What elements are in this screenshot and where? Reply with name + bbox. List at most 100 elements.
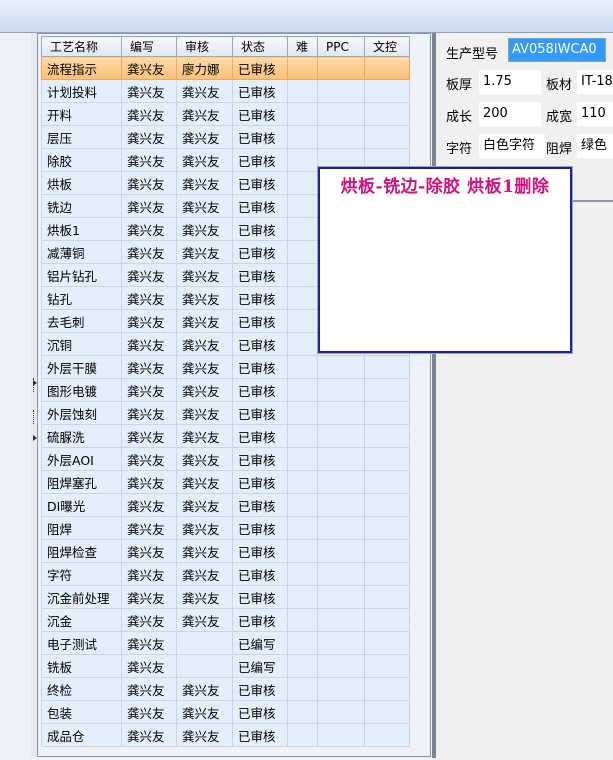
column-header-doc-control[interactable]: 文控 xyxy=(364,36,410,57)
cell-status[interactable]: 已审核 xyxy=(232,447,288,471)
cell-doc-control[interactable] xyxy=(364,700,410,724)
cell-status[interactable]: 已审核 xyxy=(232,79,288,103)
cell-difficulty[interactable] xyxy=(287,608,318,632)
cell-ppc[interactable] xyxy=(317,562,365,586)
cell-difficulty[interactable] xyxy=(287,723,318,747)
cell-difficulty[interactable] xyxy=(287,493,318,517)
cell-process-name[interactable]: 沉铜 xyxy=(41,332,122,356)
cell-reviewer[interactable]: 廖力娜 xyxy=(176,56,233,80)
cell-doc-control[interactable] xyxy=(364,378,410,402)
cell-reviewer[interactable]: 龚兴友 xyxy=(176,355,233,379)
cell-reviewer[interactable]: 龚兴友 xyxy=(176,125,233,149)
cell-status[interactable]: 已审核 xyxy=(232,539,288,563)
cell-reviewer[interactable]: 龚兴友 xyxy=(176,700,233,724)
cell-doc-control[interactable] xyxy=(364,102,410,126)
table-row[interactable]: 层压 龚兴友 龚兴友 已审核 xyxy=(41,125,410,149)
column-header-reviewer[interactable]: 审核 xyxy=(176,36,233,57)
cell-author[interactable]: 龚兴友 xyxy=(121,608,177,632)
cell-difficulty[interactable] xyxy=(287,401,318,425)
cell-status[interactable]: 已审核 xyxy=(232,424,288,448)
cell-process-name[interactable]: 图形电镀 xyxy=(41,378,122,402)
cell-status[interactable]: 已审核 xyxy=(232,677,288,701)
cell-reviewer[interactable]: 龚兴友 xyxy=(176,585,233,609)
cell-reviewer[interactable]: 龚兴友 xyxy=(176,79,233,103)
cell-difficulty[interactable] xyxy=(287,631,318,655)
cell-ppc[interactable] xyxy=(317,470,365,494)
cell-reviewer[interactable]: 龚兴友 xyxy=(176,516,233,540)
cell-author[interactable]: 龚兴友 xyxy=(121,516,177,540)
cell-author[interactable]: 龚兴友 xyxy=(121,723,177,747)
cell-doc-control[interactable] xyxy=(364,355,410,379)
cell-status[interactable]: 已审核 xyxy=(232,470,288,494)
cell-ppc[interactable] xyxy=(317,378,365,402)
cell-process-name[interactable]: 减薄铜 xyxy=(41,240,122,264)
cell-author[interactable]: 龚兴友 xyxy=(121,125,177,149)
cell-ppc[interactable] xyxy=(317,102,365,126)
cell-reviewer[interactable]: 龚兴友 xyxy=(176,562,233,586)
cell-author[interactable]: 龚兴友 xyxy=(121,355,177,379)
table-row[interactable]: 铣板 龚兴友 已编写 xyxy=(41,654,410,678)
cell-difficulty[interactable] xyxy=(287,332,318,356)
cell-difficulty[interactable] xyxy=(287,102,318,126)
table-row[interactable]: 沉金前处理 龚兴友 龚兴友 已审核 xyxy=(41,585,410,609)
cell-status[interactable]: 已审核 xyxy=(232,56,288,80)
cell-reviewer[interactable]: 龚兴友 xyxy=(176,470,233,494)
cell-process-name[interactable]: 铝片钻孔 xyxy=(41,263,122,287)
table-row[interactable]: 阻焊 龚兴友 龚兴友 已审核 xyxy=(41,516,410,540)
cell-process-name[interactable]: 成品仓 xyxy=(41,723,122,747)
cell-author[interactable]: 龚兴友 xyxy=(121,240,177,264)
cell-difficulty[interactable] xyxy=(287,539,318,563)
cell-ppc[interactable] xyxy=(317,516,365,540)
cell-difficulty[interactable] xyxy=(287,585,318,609)
table-row[interactable]: 硫脲洗 龚兴友 龚兴友 已审核 xyxy=(41,424,410,448)
cell-ppc[interactable] xyxy=(317,56,365,80)
cell-doc-control[interactable] xyxy=(364,493,410,517)
cell-doc-control[interactable] xyxy=(364,516,410,540)
column-header-status[interactable]: 状态 xyxy=(232,36,288,57)
cell-status[interactable]: 已审核 xyxy=(232,700,288,724)
cell-difficulty[interactable] xyxy=(287,677,318,701)
cell-status[interactable]: 已审核 xyxy=(232,516,288,540)
product-model-field[interactable]: AV058IWCA0 xyxy=(508,38,606,62)
cell-status[interactable]: 已审核 xyxy=(232,309,288,333)
cell-difficulty[interactable] xyxy=(287,562,318,586)
cell-ppc[interactable] xyxy=(317,723,365,747)
cell-process-name[interactable]: 除胶 xyxy=(41,148,122,172)
cell-doc-control[interactable] xyxy=(364,401,410,425)
cell-author[interactable]: 龚兴友 xyxy=(121,148,177,172)
cell-author[interactable]: 龚兴友 xyxy=(121,539,177,563)
cell-ppc[interactable] xyxy=(317,79,365,103)
cell-process-name[interactable]: 阻焊塞孔 xyxy=(41,470,122,494)
table-row[interactable]: 阻焊塞孔 龚兴友 龚兴友 已审核 xyxy=(41,470,410,494)
cell-process-name[interactable]: 计划投料 xyxy=(41,79,122,103)
cell-status[interactable]: 已审核 xyxy=(232,102,288,126)
cell-author[interactable]: 龚兴友 xyxy=(121,378,177,402)
cell-status[interactable]: 已审核 xyxy=(232,148,288,172)
table-row[interactable]: 图形电镀 龚兴友 龚兴友 已审核 xyxy=(41,378,410,402)
cell-ppc[interactable] xyxy=(317,125,365,149)
cell-reviewer[interactable]: 龚兴友 xyxy=(176,171,233,195)
cell-status[interactable]: 已审核 xyxy=(232,401,288,425)
cell-status[interactable]: 已审核 xyxy=(232,493,288,517)
cell-status[interactable]: 已审核 xyxy=(232,608,288,632)
cell-status[interactable]: 已审核 xyxy=(232,585,288,609)
cell-reviewer[interactable]: 龚兴友 xyxy=(176,309,233,333)
cell-author[interactable]: 龚兴友 xyxy=(121,171,177,195)
cell-doc-control[interactable] xyxy=(364,470,410,494)
mask-field[interactable]: 绿色 xyxy=(577,134,613,158)
cell-difficulty[interactable] xyxy=(287,424,318,448)
cell-reviewer[interactable]: 龚兴友 xyxy=(176,263,233,287)
cell-author[interactable]: 龚兴友 xyxy=(121,631,177,655)
cell-reviewer[interactable]: 龚兴友 xyxy=(176,217,233,241)
cell-author[interactable]: 龚兴友 xyxy=(121,677,177,701)
cell-doc-control[interactable] xyxy=(364,56,410,80)
cell-ppc[interactable] xyxy=(317,355,365,379)
cell-difficulty[interactable] xyxy=(287,700,318,724)
table-row[interactable]: 沉金 龚兴友 龚兴友 已审核 xyxy=(41,608,410,632)
cell-difficulty[interactable] xyxy=(287,240,318,264)
cell-status[interactable]: 已审核 xyxy=(232,562,288,586)
cell-status[interactable]: 已审核 xyxy=(232,263,288,287)
cell-reviewer[interactable]: 龚兴友 xyxy=(176,447,233,471)
cell-difficulty[interactable] xyxy=(287,355,318,379)
cell-reviewer[interactable]: 龚兴友 xyxy=(176,424,233,448)
